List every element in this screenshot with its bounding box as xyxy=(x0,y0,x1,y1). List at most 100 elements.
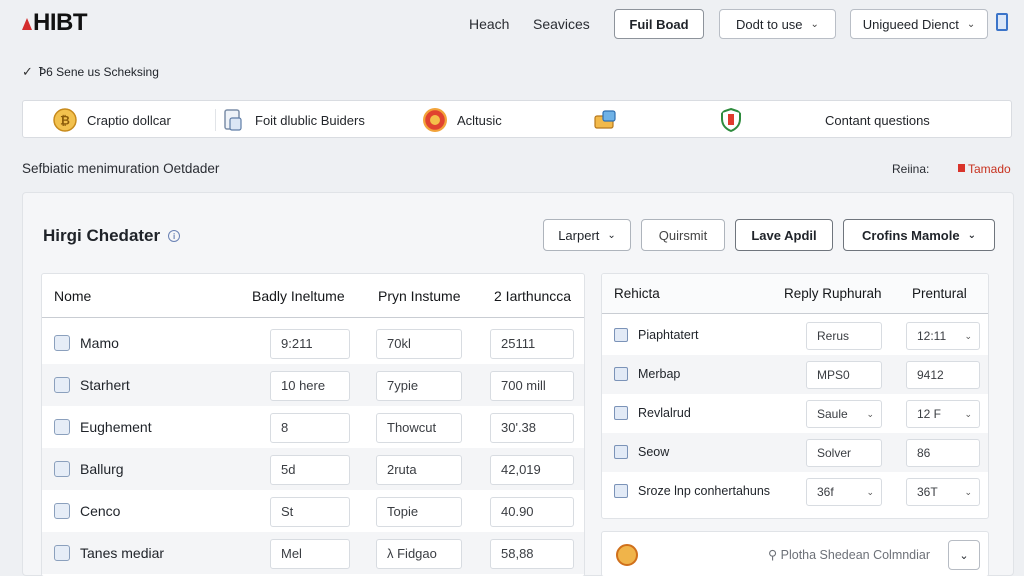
table-row[interactable]: Ballurg 5d 2ruta 42,019 xyxy=(42,448,584,490)
cell-input[interactable]: St xyxy=(270,497,350,527)
cell-input[interactable]: 2ruta xyxy=(376,455,462,485)
category-label: Contant questions xyxy=(825,112,930,128)
cell-value: 12 F xyxy=(917,407,942,421)
chevron-down-icon: ⌄ xyxy=(607,229,616,241)
table-row[interactable]: Tanes mediar Mel λ Fidgao 58,88 xyxy=(42,532,584,574)
table-row[interactable]: Merbap MPS0 9412 xyxy=(602,355,988,394)
category-builders[interactable]: Foit dlublic Buiders xyxy=(221,101,365,139)
nav-link-seavices[interactable]: Seavices xyxy=(533,16,590,32)
cell-select[interactable]: 36f ⌄ xyxy=(806,478,882,506)
cell-input[interactable]: 40.90 xyxy=(490,497,574,527)
cell-input[interactable]: 86 xyxy=(906,439,980,467)
region-value[interactable]: Tamado xyxy=(958,162,1011,176)
cell-input[interactable]: 70kl xyxy=(376,329,462,359)
cell-input[interactable]: 9412 xyxy=(906,361,980,389)
quirsmit-button[interactable]: Quirsmit xyxy=(641,219,725,251)
column-header[interactable]: Nome xyxy=(54,288,91,304)
cell-input[interactable]: Topie xyxy=(376,497,462,527)
item-icon xyxy=(614,484,628,498)
row-name: Revlalrud xyxy=(638,406,691,420)
column-header[interactable]: Pryn Instume xyxy=(378,288,460,304)
wallet-icon xyxy=(594,110,616,129)
row-name: Eughement xyxy=(80,419,152,435)
cell-input[interactable]: 5d xyxy=(270,455,350,485)
cell-value: Saule xyxy=(817,407,848,421)
category-wallet[interactable] xyxy=(593,101,617,139)
cell-select[interactable]: Saule ⌄ xyxy=(806,400,882,428)
cell-select[interactable]: 12 F ⌄ xyxy=(906,400,980,428)
use-dropdown[interactable]: Dodt to use ⌄ xyxy=(719,9,836,39)
cell-input[interactable]: 7ypie xyxy=(376,371,462,401)
left-table: Nome Badly Ineltume Pryn Instume 2 Iarth… xyxy=(41,273,585,576)
cell-input[interactable]: 10 here xyxy=(270,371,350,401)
search-calendar-label: ⚲ Plotha Shedean Colmndiar xyxy=(768,548,931,562)
right-table: Rehicta Reply Ruphurah Prentural Piaphta… xyxy=(601,273,989,519)
cell-input[interactable]: 25111 xyxy=(490,329,574,359)
category-questions[interactable]: Contant questions xyxy=(719,101,930,139)
larpert-dropdown[interactable]: Larpert ⌄ xyxy=(543,219,631,251)
column-header[interactable]: Prentural xyxy=(912,286,967,301)
column-header[interactable]: 2 Iarthuncca xyxy=(494,288,571,304)
info-icon[interactable]: i xyxy=(168,230,181,242)
cell-input[interactable]: MPS0 xyxy=(806,361,882,389)
coin-icon xyxy=(423,108,447,132)
row-name: Merbap xyxy=(638,367,681,381)
table-row[interactable]: Cenco St Topie 40.90 xyxy=(42,490,584,532)
subhead-text: Ꝥ6 Sene us Scheksing xyxy=(38,65,159,79)
item-icon xyxy=(614,406,628,420)
category-label: Acltusic xyxy=(457,112,502,128)
shield-icon xyxy=(721,108,741,132)
cell-input[interactable]: 8 xyxy=(270,413,350,443)
category-crypto[interactable]: ₿ Craptio dollcar xyxy=(53,101,171,139)
cell-input[interactable]: 58,88 xyxy=(490,539,574,569)
cell-input[interactable]: 700 mill xyxy=(490,371,574,401)
full-board-label: Fuil Boad xyxy=(629,16,689,32)
svg-text:₿: ₿ xyxy=(60,114,70,128)
region-label: Reiina: xyxy=(892,162,930,176)
chevron-down-icon: ⌄ xyxy=(866,409,874,419)
row-name: Starhert xyxy=(80,377,130,393)
quirsmit-label: Quirsmit xyxy=(658,227,708,243)
logo-text: HIBT xyxy=(33,9,88,36)
cell-input[interactable]: Thowcut xyxy=(376,413,462,443)
item-icon xyxy=(54,461,70,477)
column-header[interactable]: Badly Ineltume xyxy=(252,288,345,304)
cell-input[interactable]: Rerus xyxy=(806,322,882,350)
table-row[interactable]: Starhert 10 here 7ypie 700 mill xyxy=(42,364,584,406)
row-name: Tanes mediar xyxy=(80,545,165,561)
bitcoin-icon: ₿ xyxy=(53,108,77,132)
table-row[interactable]: Revlalrud Saule ⌄ 12 F ⌄ xyxy=(602,394,988,433)
nav-link-heach[interactable]: Heach xyxy=(469,16,509,32)
cell-input[interactable]: 30'.38 xyxy=(490,413,574,443)
chevron-down-icon: ⌄ xyxy=(964,409,972,419)
cell-select[interactable]: 36T ⌄ xyxy=(906,478,980,506)
category-acltusic[interactable]: Acltusic xyxy=(423,101,502,139)
table-row[interactable]: Piaphtatert Rerus 12:11 ⌄ xyxy=(602,316,988,355)
row-name: Sroze lnp conhertahuns xyxy=(638,484,771,498)
full-board-button[interactable]: Fuil Boad xyxy=(614,9,704,39)
crofins-label: Crofins Mamole xyxy=(862,227,960,243)
cell-select[interactable]: 12:11 ⌄ xyxy=(906,322,980,350)
item-icon xyxy=(614,367,628,381)
crofins-dropdown[interactable]: Crofins Mamole ⌄ xyxy=(843,219,995,251)
lave-button[interactable]: Lave Apdil xyxy=(735,219,833,251)
column-header[interactable]: Reply Ruphurah xyxy=(784,286,882,301)
table-row[interactable]: Eughement 8 Thowcut 30'.38 xyxy=(42,406,584,448)
logo[interactable]: HIBT xyxy=(22,9,88,37)
cell-input[interactable]: Solver xyxy=(806,439,882,467)
table-row[interactable]: Mamo 9:211 70kl 25111 xyxy=(42,322,584,364)
item-icon xyxy=(54,503,70,519)
table-row[interactable]: Seow Solver 86 xyxy=(602,433,988,472)
chevron-down-icon: ⌄ xyxy=(964,331,972,341)
column-header[interactable]: Rehicta xyxy=(614,286,660,301)
table-row[interactable]: Sroze lnp conhertahuns 36f ⌄ 36T ⌄ xyxy=(602,472,988,511)
expand-button[interactable]: ⌄ xyxy=(948,540,980,570)
direct-dropdown[interactable]: Unigueed Dienct ⌄ xyxy=(850,9,988,39)
cell-input[interactable]: Mel xyxy=(270,539,350,569)
subhead: ✓ Ꝥ6 Sene us Scheksing xyxy=(22,64,159,80)
region-value-label: Tamado xyxy=(968,162,1011,176)
cell-input[interactable]: λ Fidgao xyxy=(376,539,462,569)
document-icon[interactable] xyxy=(996,13,1008,31)
cell-input[interactable]: 42,019 xyxy=(490,455,574,485)
cell-input[interactable]: 9:211 xyxy=(270,329,350,359)
